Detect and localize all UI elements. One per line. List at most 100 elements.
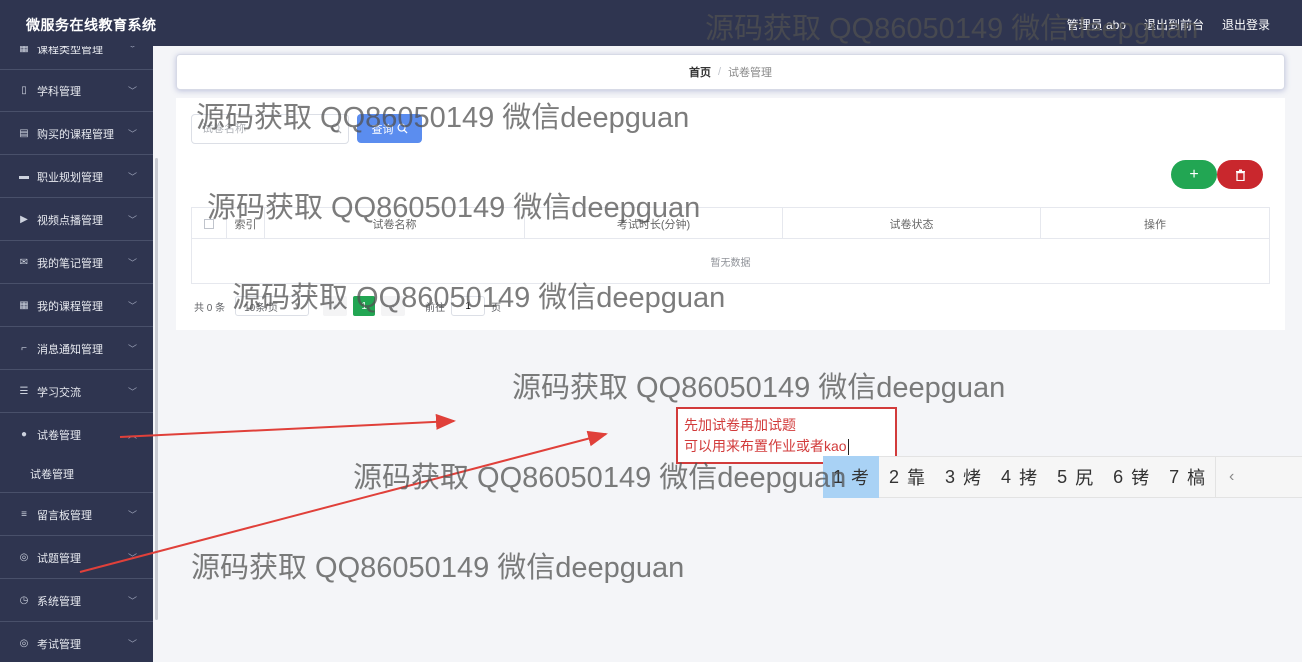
breadcrumb-separator: / <box>717 66 722 78</box>
clock-icon: ◷ <box>19 595 29 606</box>
text-caret <box>847 439 849 456</box>
book-icon: ▯ <box>21 85 27 96</box>
ime-candidate-char: 拷 <box>1019 468 1038 488</box>
column-header-index: 索引 <box>227 208 265 239</box>
sidebar-subitem-paper[interactable]: 试卷管理 <box>0 455 153 493</box>
ime-candidate-number: 7 <box>1169 466 1180 487</box>
sidebar-item-system[interactable]: ◷ 系统管理 ﹀ <box>0 580 153 622</box>
ime-candidate[interactable]: 5尻 <box>1047 456 1103 498</box>
column-header-duration: 考试时长(分钟) <box>525 208 783 239</box>
chevron-up-icon: ︿ <box>127 430 137 440</box>
breadcrumb-home[interactable]: 首页 <box>689 64 711 80</box>
sidebar-item-paper[interactable]: ● 试卷管理 ︿ <box>0 414 153 456</box>
ime-candidate[interactable]: 6铐 <box>1103 456 1159 498</box>
ime-prev-button[interactable]: ‹ <box>1215 456 1247 498</box>
chevron-down-icon: ▼ <box>293 301 302 310</box>
arrow-to-paper <box>119 413 456 438</box>
sidebar-item-notifications[interactable]: ⌐ 消息通知管理 ﹀ <box>0 328 153 370</box>
select-all-checkbox[interactable] <box>204 218 214 229</box>
page-size-value: 10条/页 <box>244 302 279 314</box>
chevron-left-icon: ‹ <box>333 300 337 312</box>
goto-page-input[interactable] <box>451 296 486 316</box>
sidebar-item-label: 考试管理 <box>37 638 81 651</box>
ime-candidate[interactable]: 1考 <box>823 456 880 498</box>
sliders-icon: ☰ <box>19 386 29 397</box>
prev-page-button[interactable]: ‹ <box>323 296 348 316</box>
ime-candidate[interactable]: 2靠 <box>879 456 935 498</box>
sidebar-item-exchange[interactable]: ☰ 学习交流 ﹀ <box>0 371 153 413</box>
chevron-down-icon: ﹀ <box>127 215 137 225</box>
grid-icon: ▦ <box>19 300 29 311</box>
next-page-button[interactable]: › <box>381 296 406 316</box>
page-number[interactable]: 1 <box>353 296 376 316</box>
arrow-to-question <box>79 430 608 573</box>
ime-candidate-char: 槁 <box>1187 468 1206 488</box>
chevron-down-icon: ﹀ <box>127 86 137 96</box>
sidebar-item-course-type[interactable]: ▦ 课程类型管理 ﹀ <box>0 46 153 70</box>
plus-icon: + <box>1189 165 1199 183</box>
chevron-down-icon: ﹀ <box>127 258 137 268</box>
paper-name-search-input[interactable] <box>191 114 349 144</box>
watermark: 源码获取 QQ86050149 微信deepguan <box>512 372 1006 404</box>
ime-candidate-bar: 1考 2靠 3烤 4拷 5尻 6铐 7槁 ‹ <box>823 456 1302 498</box>
sidebar-item-subject[interactable]: ▯ 学科管理 ﹀ <box>0 70 153 112</box>
sidebar-item-career[interactable]: ▬ 职业规划管理 ﹀ <box>0 156 153 198</box>
sidebar-scrollbar[interactable] <box>155 158 158 620</box>
column-header-paper-name: 试卷名称 <box>265 208 525 239</box>
sidebar-item-video[interactable]: ▶ 视频点播管理 ﹀ <box>0 199 153 241</box>
chevron-down-icon: ﹀ <box>127 172 137 182</box>
mail-icon: ✉ <box>19 257 29 268</box>
chevron-down-icon: ﹀ <box>127 639 137 649</box>
chevron-down-icon: ﹀ <box>127 344 137 354</box>
ime-candidate-number: 4 <box>1001 466 1012 487</box>
sidebar-item-exam[interactable]: ◎ 考试管理 ﹀ <box>0 623 153 662</box>
sidebar-item-label: 我的笔记管理 <box>37 257 103 270</box>
ime-candidate-char: 铐 <box>1131 468 1150 488</box>
chevron-down-icon: ﹀ <box>127 46 137 54</box>
watermark: 源码获取 QQ86050149 微信deepguan <box>191 552 685 584</box>
sidebar: ▦ 课程类型管理 ﹀ ▯ 学科管理 ﹀ ▤ 购买的课程管理 ﹀ ▬ 职业规划管理… <box>0 46 153 662</box>
page-size-select[interactable]: 10条/页 ▼ <box>235 296 310 316</box>
ime-candidate-char: 考 <box>851 468 870 488</box>
delete-button[interactable] <box>1217 160 1263 189</box>
ime-candidate-number: 1 <box>833 466 844 487</box>
sidebar-item-purchased-course[interactable]: ▤ 购买的课程管理 ﹀ <box>0 113 153 155</box>
ime-candidate-char: 靠 <box>907 468 926 488</box>
sidebar-item-label: 购买的课程管理 <box>37 128 114 141</box>
sidebar-item-my-courses[interactable]: ▦ 我的课程管理 ﹀ <box>0 285 153 327</box>
column-header-actions: 操作 <box>1144 218 1166 231</box>
search-icon <box>331 123 342 134</box>
ime-candidate[interactable]: 3烤 <box>935 456 991 498</box>
logout-link[interactable]: 退出登录 <box>1222 16 1270 33</box>
add-button[interactable]: + <box>1171 160 1217 189</box>
sidebar-item-message-board[interactable]: ≡ 留言板管理 ﹀ <box>0 494 153 536</box>
app-title: 微服务在线教育系统 <box>26 17 157 33</box>
sidebar-item-notes[interactable]: ✉ 我的笔记管理 ﹀ <box>0 242 153 284</box>
chevron-down-icon: ﹀ <box>127 129 137 139</box>
sidebar-item-label: 课程类型管理 <box>37 46 103 56</box>
annotation-line-1: 先加试卷再加试题 <box>684 417 796 433</box>
ime-candidate[interactable]: 4拷 <box>991 456 1047 498</box>
compass-icon: ◎ <box>19 552 29 563</box>
breadcrumb-current: 试卷管理 <box>728 67 773 79</box>
breadcrumb: 首页 / 试卷管理 <box>176 54 1285 90</box>
annotation-line-2-wrap: 可以用来布置作业或者kao <box>684 436 895 457</box>
sidebar-item-label: 学科管理 <box>37 85 81 98</box>
chevron-down-icon: ﹀ <box>127 387 137 397</box>
sidebar-item-label: 系统管理 <box>37 595 81 608</box>
top-nav: 管理员 abo 退出到前台 退出登录 <box>1067 16 1270 33</box>
ime-candidate[interactable]: 7槁 <box>1159 456 1215 498</box>
query-button[interactable]: 查询 <box>357 114 422 143</box>
current-user: 管理员 abo <box>1066 18 1126 32</box>
sidebar-item-questions[interactable]: ◎ 试题管理 ﹀ <box>0 537 153 579</box>
sidebar-item-label: 职业规划管理 <box>37 171 103 184</box>
sidebar-item-label: 消息通知管理 <box>37 343 103 356</box>
chevron-down-icon: ﹀ <box>127 510 137 520</box>
frontend-link[interactable]: 退出到前台 <box>1144 16 1204 33</box>
trash-icon <box>1235 169 1245 181</box>
compass-icon: ◎ <box>19 638 29 649</box>
chevron-right-icon: › <box>391 300 395 312</box>
pagination: 共 0 条 10条/页 ▼ ‹ 1 › 前往 页 <box>194 296 501 316</box>
ime-candidate-char: 尻 <box>1075 468 1094 488</box>
chevron-down-icon: ﹀ <box>127 596 137 606</box>
